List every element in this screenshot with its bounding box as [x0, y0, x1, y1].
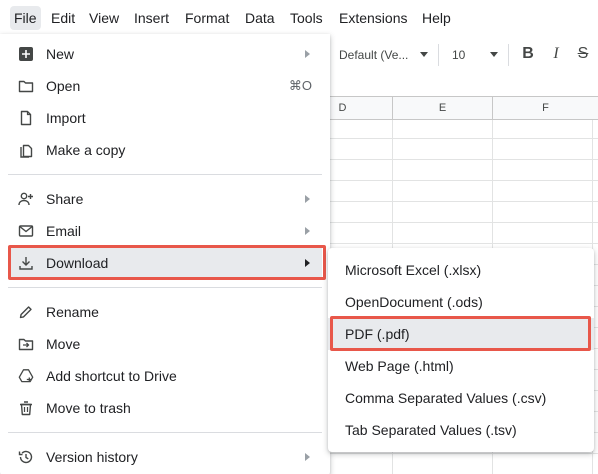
menu-item-version-history[interactable]: Version history — [8, 441, 322, 473]
copy-icon — [20, 144, 33, 158]
font-size-select[interactable]: 10 — [452, 44, 465, 66]
menu-item-move-to-trash[interactable]: Move to trash — [8, 392, 322, 424]
submenu-item-label: Web Page (.html) — [345, 358, 454, 374]
bold-icon[interactable]: B — [517, 42, 539, 66]
download-ods[interactable]: OpenDocument (.ods) — [328, 286, 594, 318]
font-family-caret-icon[interactable] — [420, 52, 428, 57]
submenu-item-label: Microsoft Excel (.xlsx) — [345, 262, 482, 278]
submenu-arrow-icon — [305, 50, 310, 58]
submenu-arrow-icon — [305, 195, 310, 203]
menubar-tools[interactable]: Tools — [286, 6, 327, 30]
download-pdf[interactable]: PDF (.pdf) — [328, 318, 594, 350]
menubar-insert[interactable]: Insert — [130, 6, 173, 30]
download-xlsx[interactable]: Microsoft Excel (.xlsx) — [328, 254, 594, 286]
menu-divider — [8, 287, 322, 288]
menu-item-shortcut: ⌘O — [288, 78, 312, 93]
menubar-extensions[interactable]: Extensions — [335, 6, 411, 30]
column-header-f[interactable]: F — [492, 97, 598, 119]
download-html[interactable]: Web Page (.html) — [328, 350, 594, 382]
menu-item-label: Share — [46, 191, 84, 207]
download-submenu: Microsoft Excel (.xlsx) OpenDocument (.o… — [328, 248, 594, 452]
menu-item-label: Move to trash — [46, 400, 131, 416]
menu-item-share[interactable]: Share — [8, 183, 322, 215]
file-icon — [20, 110, 32, 126]
submenu-item-label: Comma Separated Values (.csv) — [345, 390, 547, 406]
menu-item-add-shortcut[interactable]: Add shortcut to Drive — [8, 360, 322, 392]
submenu-item-label: OpenDocument (.ods) — [345, 294, 483, 310]
file-menu: New Open ⌘O Import Make a copy Share Ema… — [0, 34, 330, 474]
menu-item-rename[interactable]: Rename — [8, 296, 322, 328]
submenu-item-label: PDF (.pdf) — [345, 326, 410, 342]
download-tsv[interactable]: Tab Separated Values (.tsv) — [328, 414, 594, 446]
toolbar-divider — [438, 44, 439, 66]
drive-shortcut-icon — [18, 369, 34, 383]
menu-divider — [8, 174, 322, 175]
submenu-arrow-icon — [305, 259, 310, 267]
menubar-view[interactable]: View — [85, 6, 123, 30]
download-csv[interactable]: Comma Separated Values (.csv) — [328, 382, 594, 414]
menu-item-move[interactable]: Move — [8, 328, 322, 360]
trash-icon — [20, 401, 32, 416]
menu-item-label: Add shortcut to Drive — [46, 368, 177, 384]
italic-icon[interactable]: I — [545, 42, 567, 66]
menu-item-download[interactable]: Download — [8, 247, 322, 279]
menu-item-label: Rename — [46, 304, 99, 320]
menu-item-new[interactable]: New — [8, 38, 322, 70]
menubar-edit[interactable]: Edit — [47, 6, 79, 30]
menubar: File Edit View Insert Format Data Tools … — [0, 0, 598, 34]
menu-item-label: Make a copy — [46, 142, 126, 158]
menubar-file[interactable]: File — [10, 6, 41, 30]
menu-divider — [8, 432, 322, 433]
menu-item-label: Version history — [46, 449, 138, 465]
submenu-item-label: Tab Separated Values (.tsv) — [345, 422, 517, 438]
plus-box-icon — [19, 47, 33, 61]
person-add-icon — [18, 192, 33, 206]
menu-item-make-a-copy[interactable]: Make a copy — [8, 134, 322, 166]
move-folder-icon — [18, 338, 34, 351]
download-icon — [19, 257, 33, 270]
mail-icon — [18, 225, 34, 237]
folder-icon — [18, 80, 34, 93]
menu-item-import[interactable]: Import — [8, 102, 322, 134]
menubar-data[interactable]: Data — [241, 6, 279, 30]
menu-item-label: New — [46, 46, 75, 62]
menu-item-label: Download — [46, 255, 109, 271]
menubar-format[interactable]: Format — [181, 6, 233, 30]
menu-item-label: Import — [46, 110, 86, 126]
menubar-help[interactable]: Help — [418, 6, 455, 30]
submenu-arrow-icon — [305, 453, 310, 461]
column-header-e[interactable]: E — [392, 97, 492, 119]
strikethrough-icon[interactable]: S — [572, 42, 594, 66]
history-icon — [18, 450, 33, 464]
menu-item-label: Move — [46, 336, 81, 352]
font-size-caret-icon[interactable] — [490, 52, 498, 57]
menu-item-label: Email — [46, 223, 82, 239]
font-family-select[interactable]: Default (Ve... — [339, 44, 408, 66]
menu-item-open[interactable]: Open ⌘O — [8, 70, 322, 102]
toolbar-divider — [508, 44, 509, 66]
menu-item-email[interactable]: Email — [8, 215, 322, 247]
submenu-arrow-icon — [305, 227, 310, 235]
pencil-icon — [19, 306, 32, 319]
menu-item-label: Open — [46, 78, 81, 94]
